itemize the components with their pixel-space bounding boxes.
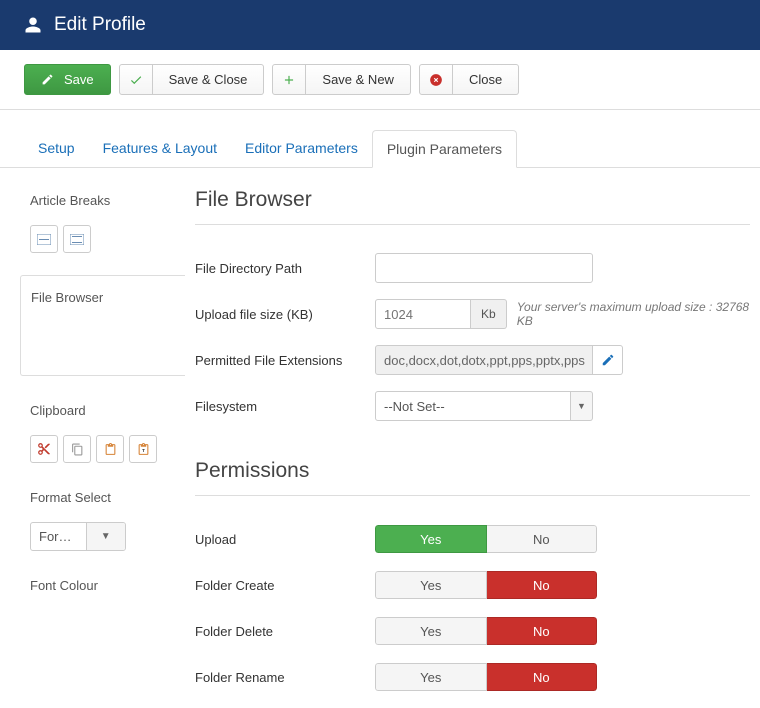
save-close-button[interactable]: Save & Close: [119, 64, 265, 95]
filesystem-select[interactable]: --Not Set-- ▼: [375, 391, 593, 421]
paste-icon[interactable]: [96, 435, 124, 463]
tab-editor[interactable]: Editor Parameters: [231, 130, 372, 167]
file-dir-path-input[interactable]: [375, 253, 593, 283]
readmore-icon[interactable]: [30, 225, 58, 253]
copy-icon[interactable]: [63, 435, 91, 463]
close-icon: [429, 73, 443, 87]
perm-folder-rename-no[interactable]: No: [487, 663, 598, 691]
sidebar-article-breaks[interactable]: Article Breaks: [20, 188, 185, 213]
plus-icon: [282, 73, 296, 87]
sidebar-file-browser[interactable]: File Browser: [20, 275, 185, 376]
cut-icon[interactable]: [30, 435, 58, 463]
perm-upload-label: Upload: [195, 532, 375, 547]
tab-plugin[interactable]: Plugin Parameters: [372, 130, 517, 168]
paste-text-icon[interactable]: T: [129, 435, 157, 463]
upload-size-label: Upload file size (KB): [195, 307, 375, 322]
edit-icon: [41, 73, 54, 86]
upload-size-input[interactable]: [375, 299, 471, 329]
upload-size-suffix: Kb: [471, 299, 507, 329]
page-header: Edit Profile: [0, 0, 760, 50]
edit-icon: [601, 353, 615, 367]
perm-upload-no[interactable]: No: [487, 525, 598, 553]
close-label: Close: [453, 64, 519, 95]
perm-folder-create-label: Folder Create: [195, 578, 375, 593]
perm-folder-create-no[interactable]: No: [487, 571, 598, 599]
pagebreak-icon[interactable]: [63, 225, 91, 253]
file-dir-path-label: File Directory Path: [195, 261, 375, 276]
perm-ext-edit-button[interactable]: [593, 345, 623, 375]
tab-features[interactable]: Features & Layout: [89, 130, 231, 167]
perm-ext-input[interactable]: doc,docx,dot,dotx,ppt,pps,pptx,pps: [375, 345, 593, 375]
perm-folder-delete-toggle: Yes No: [375, 617, 597, 645]
main-panel: File Browser File Directory Path Upload …: [185, 168, 750, 708]
filesystem-label: Filesystem: [195, 399, 375, 414]
user-icon: [24, 16, 42, 34]
save-button[interactable]: Save: [24, 64, 111, 95]
check-icon: [129, 73, 143, 87]
plugin-sidebar: Article Breaks File Browser Clipboard T …: [20, 168, 185, 708]
page-title: Edit Profile: [54, 14, 146, 36]
perm-folder-rename-label: Folder Rename: [195, 670, 375, 685]
sidebar-format-select[interactable]: Format Select: [20, 485, 185, 510]
perm-ext-label: Permitted File Extensions: [195, 353, 375, 368]
save-new-button[interactable]: Save & New: [272, 64, 411, 95]
permissions-heading: Permissions: [195, 459, 750, 483]
svg-text:T: T: [142, 448, 145, 454]
perm-folder-delete-label: Folder Delete: [195, 624, 375, 639]
format-select-value: Format S…: [31, 523, 86, 550]
format-select-dropdown[interactable]: Format S… ▼: [30, 522, 126, 551]
perm-folder-rename-toggle: Yes No: [375, 663, 597, 691]
close-button[interactable]: Close: [419, 64, 519, 95]
sidebar-font-colour[interactable]: Font Colour: [20, 573, 185, 598]
perm-upload-yes[interactable]: Yes: [375, 525, 487, 553]
chevron-down-icon: ▼: [571, 391, 593, 421]
perm-upload-toggle: Yes No: [375, 525, 597, 553]
file-browser-heading: File Browser: [195, 188, 750, 212]
save-close-label: Save & Close: [153, 64, 265, 95]
caret-icon: ▼: [86, 523, 126, 550]
toolbar: Save Save & Close Save & New Close: [0, 50, 760, 110]
perm-folder-delete-no[interactable]: No: [487, 617, 598, 645]
save-new-label: Save & New: [306, 64, 411, 95]
tab-setup[interactable]: Setup: [24, 130, 89, 167]
sidebar-clipboard[interactable]: Clipboard: [20, 398, 185, 423]
perm-folder-delete-yes[interactable]: Yes: [375, 617, 487, 645]
filesystem-value: --Not Set--: [375, 391, 571, 421]
perm-folder-rename-yes[interactable]: Yes: [375, 663, 487, 691]
upload-size-hint: Your server's maximum upload size : 3276…: [517, 300, 750, 328]
perm-folder-create-toggle: Yes No: [375, 571, 597, 599]
tabs: Setup Features & Layout Editor Parameter…: [0, 130, 760, 168]
save-label: Save: [64, 72, 94, 87]
perm-folder-create-yes[interactable]: Yes: [375, 571, 487, 599]
